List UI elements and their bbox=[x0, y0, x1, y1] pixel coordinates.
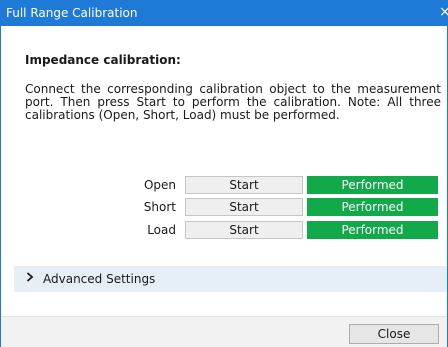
start-load-button[interactable]: Start bbox=[185, 221, 303, 239]
chevron-right-icon bbox=[26, 271, 34, 285]
status-badge: Performed bbox=[307, 176, 438, 194]
status-badge: Performed bbox=[307, 221, 438, 239]
instructions-text: Connect the corresponding calibration ob… bbox=[25, 82, 441, 122]
start-open-button[interactable]: Start bbox=[185, 176, 303, 194]
dialog-footer: Close bbox=[1, 316, 447, 347]
calibration-row-load: Load Start Performed bbox=[1, 221, 447, 239]
calibration-label: Short bbox=[143, 200, 176, 214]
calibration-dialog: Full Range Calibration × Impedance calib… bbox=[0, 0, 448, 347]
title-bar: Full Range Calibration × bbox=[1, 1, 448, 26]
window-title: Full Range Calibration bbox=[6, 6, 138, 20]
calibration-label: Load bbox=[147, 223, 176, 237]
section-heading: Impedance calibration: bbox=[25, 53, 181, 67]
close-button[interactable]: Close bbox=[349, 324, 439, 344]
advanced-settings-label: Advanced Settings bbox=[43, 272, 156, 286]
start-short-button[interactable]: Start bbox=[185, 198, 303, 216]
dialog-content: Impedance calibration: Connect the corre… bbox=[1, 26, 447, 316]
close-icon[interactable]: × bbox=[439, 4, 448, 20]
calibration-label: Open bbox=[143, 178, 176, 192]
advanced-settings-expander[interactable]: Advanced Settings bbox=[14, 266, 447, 292]
status-badge: Performed bbox=[307, 198, 438, 216]
calibration-row-open: Open Start Performed bbox=[1, 176, 447, 194]
calibration-row-short: Short Start Performed bbox=[1, 198, 447, 216]
